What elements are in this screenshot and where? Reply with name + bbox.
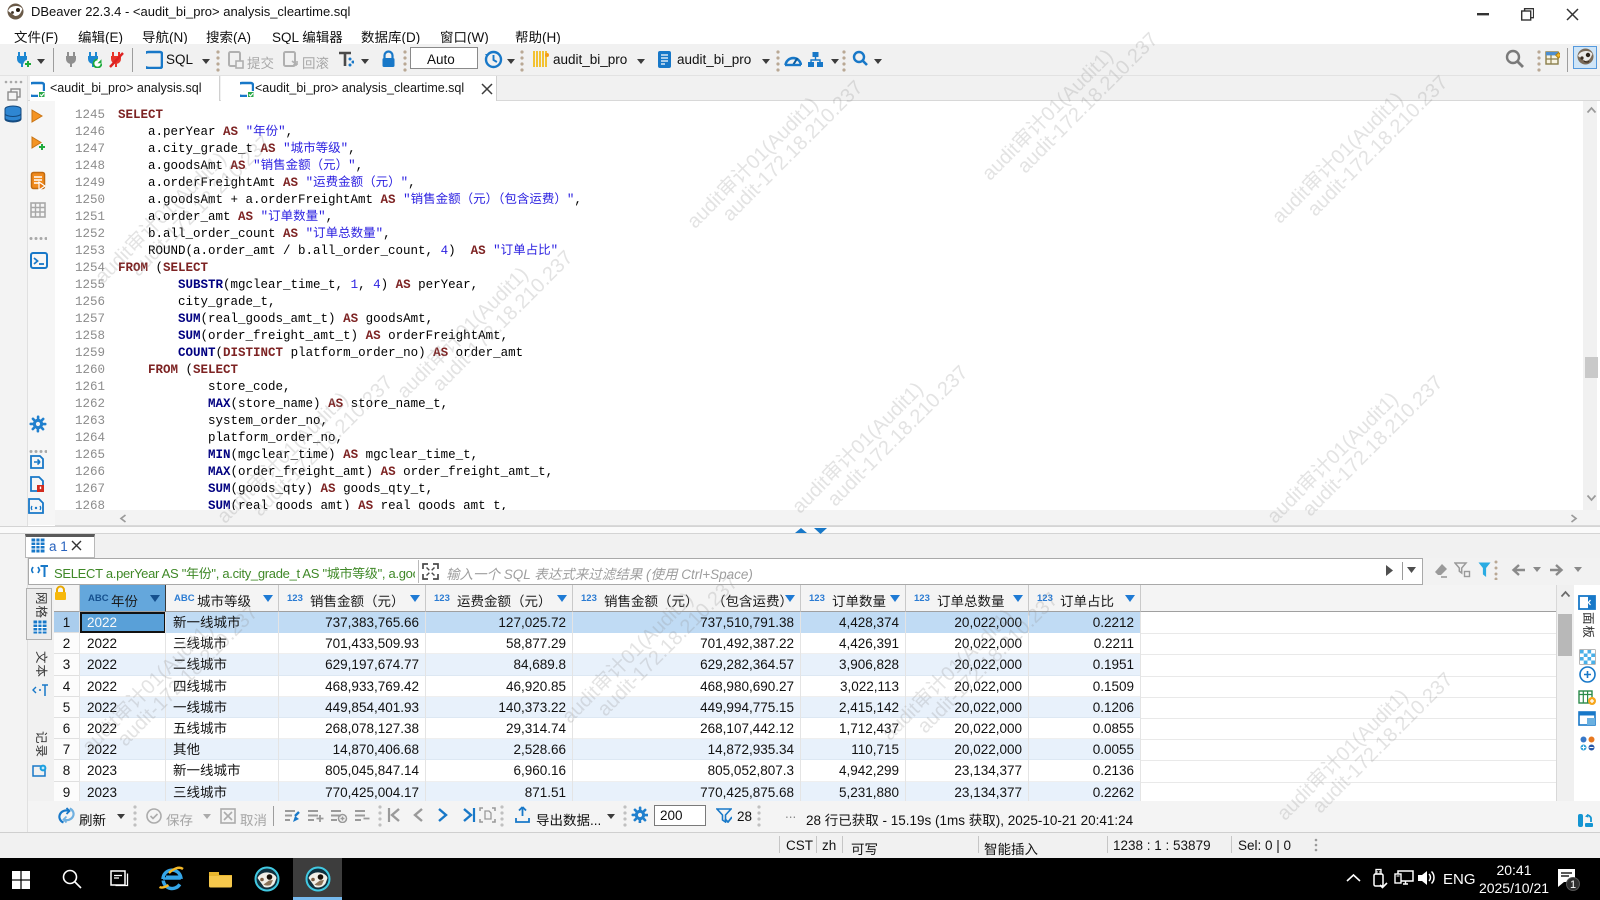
svg-text:1: 1: [1570, 879, 1576, 891]
